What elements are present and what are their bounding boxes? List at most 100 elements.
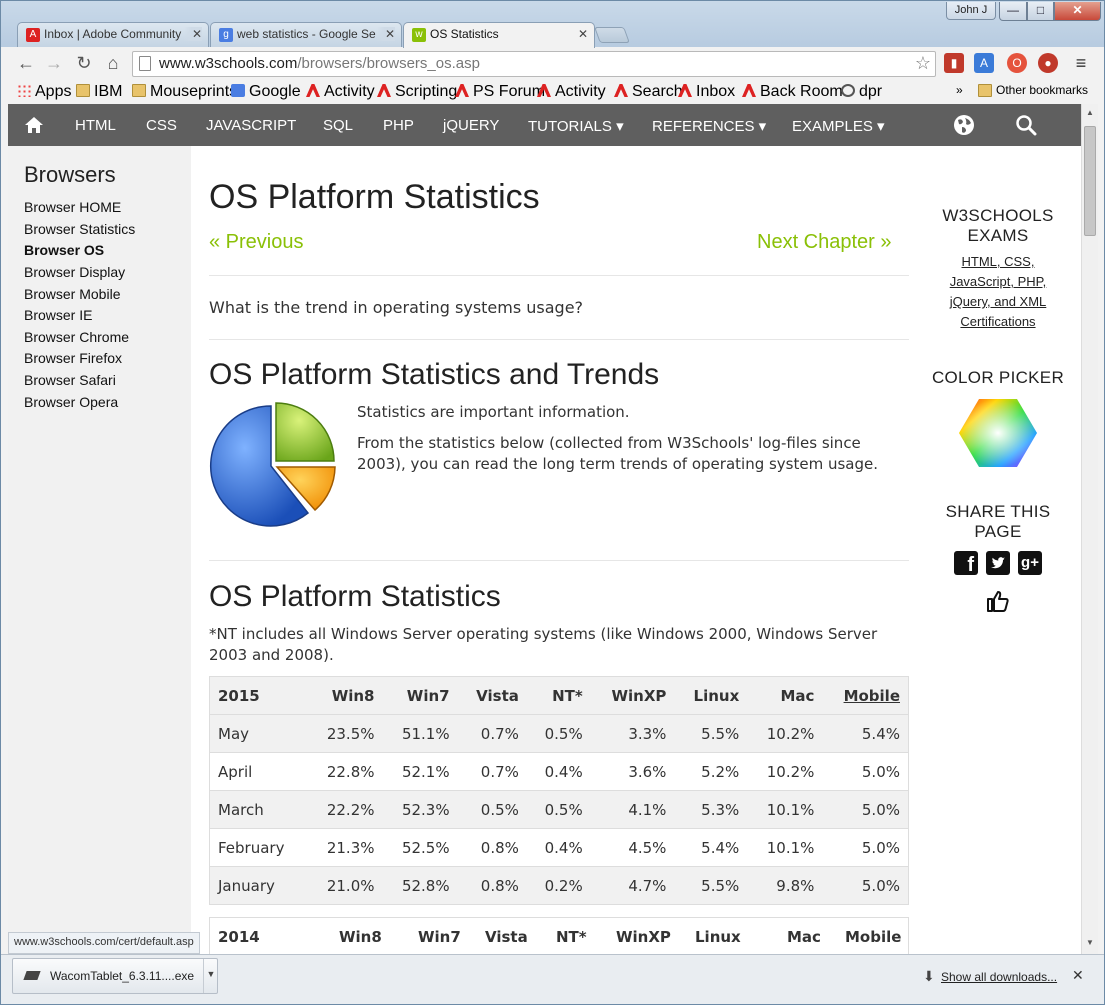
- previous-link[interactable]: « Previous: [209, 231, 304, 254]
- nav-css[interactable]: CSS: [146, 117, 177, 134]
- sidebar-item-browser-os[interactable]: Browser OS: [24, 242, 104, 258]
- scroll-down-icon[interactable]: ▼: [1086, 938, 1094, 947]
- sidebar-item-browser-opera[interactable]: Browser Opera: [24, 394, 118, 410]
- table-cell: 0.7%: [457, 752, 527, 791]
- exams-link-2[interactable]: JavaScript, PHP,: [921, 272, 1075, 292]
- tab-os-statistics[interactable]: w OS Statistics ✕: [403, 22, 595, 48]
- opera-extension-icon[interactable]: O: [1007, 53, 1027, 73]
- table-cell: 5.3%: [674, 790, 748, 829]
- nav-html[interactable]: HTML: [75, 117, 116, 134]
- next-chapter-link[interactable]: Next Chapter »: [757, 231, 892, 254]
- other-bookmarks[interactable]: Other bookmarks: [978, 83, 1088, 97]
- sidebar-item-browser-mobile[interactable]: Browser Mobile: [24, 286, 120, 302]
- bookmark-ibm[interactable]: IBM: [76, 83, 122, 101]
- sidebar-item-browser-chrome[interactable]: Browser Chrome: [24, 329, 129, 345]
- exams-link-4[interactable]: Certifications: [921, 312, 1075, 332]
- folder-icon: [132, 84, 146, 97]
- nav-examples[interactable]: EXAMPLES ▾: [792, 117, 885, 135]
- bookmark-label: Mouseprints: [150, 83, 238, 100]
- col-vista: Vista: [485, 928, 528, 946]
- profile-button[interactable]: John J: [946, 2, 996, 20]
- vertical-scrollbar[interactable]: ▲ ▼: [1081, 104, 1098, 954]
- row-month: April: [209, 752, 308, 791]
- bookmark-ps-forum[interactable]: PS Forum: [455, 83, 545, 101]
- color-picker-icon[interactable]: [959, 399, 1037, 467]
- download-item[interactable]: WacomTablet_6.3.11....exe ▼: [12, 958, 218, 994]
- table-cell: 5.5%: [674, 714, 748, 753]
- bookmark-mouseprints[interactable]: Mouseprints: [132, 83, 237, 101]
- bookmark-extension-icon[interactable]: ▮: [944, 53, 964, 73]
- new-tab-button[interactable]: [594, 27, 630, 43]
- address-bar[interactable]: www.w3schools.com/browsers/browsers_os.a…: [132, 51, 936, 77]
- nav-tutorials[interactable]: TUTORIALS ▾: [528, 117, 624, 135]
- forward-icon[interactable]: →: [43, 52, 65, 74]
- bookmark-activity[interactable]: Activity: [537, 83, 606, 101]
- tab-google-search[interactable]: g web statistics - Google Se ✕: [210, 22, 402, 47]
- translate-extension-icon[interactable]: A: [974, 53, 994, 73]
- show-all-downloads-link[interactable]: Show all downloads...: [941, 970, 1057, 984]
- nav-references[interactable]: REFERENCES ▾: [652, 117, 766, 135]
- table-cell: 0.2%: [526, 866, 591, 905]
- table-cell: 21.0%: [307, 866, 383, 905]
- bookmark-scripting[interactable]: Scripting: [377, 83, 457, 101]
- facebook-icon[interactable]: f: [954, 551, 978, 576]
- bookmark-google[interactable]: Google: [231, 83, 301, 101]
- nav-jquery[interactable]: jQUERY: [443, 117, 499, 134]
- bookmark-apps[interactable]: Apps: [17, 83, 71, 101]
- tab-title: Inbox | Adobe Community: [44, 27, 182, 41]
- thumbs-up-icon[interactable]: [986, 590, 1010, 612]
- share-title-2: PAGE: [974, 522, 1022, 541]
- exams-link-1[interactable]: HTML, CSS,: [921, 252, 1075, 272]
- col-nt: NT*: [556, 928, 587, 946]
- download-icon: ⬇: [923, 968, 935, 984]
- close-window-button[interactable]: ✕: [1054, 2, 1101, 21]
- minimize-button[interactable]: —: [999, 2, 1027, 21]
- bookmarks-overflow[interactable]: »: [956, 83, 963, 97]
- bookmark-dpr[interactable]: dpr: [841, 83, 882, 101]
- bookmark-activity[interactable]: Activity: [306, 83, 375, 101]
- close-tab-icon[interactable]: ✕: [376, 27, 395, 41]
- tab-title: OS Statistics: [430, 27, 499, 41]
- sidebar-item-browser-home[interactable]: Browser HOME: [24, 199, 121, 215]
- table-cell: 51.1%: [382, 714, 458, 753]
- search-icon[interactable]: [1015, 114, 1037, 136]
- bookmark-back-room[interactable]: Back Room: [742, 83, 843, 101]
- globe-icon[interactable]: [953, 114, 975, 136]
- adblock-extension-icon[interactable]: ●: [1038, 53, 1058, 73]
- scroll-up-icon[interactable]: ▲: [1086, 108, 1094, 117]
- table-cell: 5.0%: [822, 828, 909, 867]
- reload-icon[interactable]: ↻: [73, 52, 95, 74]
- nav-sql[interactable]: SQL: [323, 117, 353, 134]
- sidebar-item-browser-ie[interactable]: Browser IE: [24, 307, 92, 323]
- exams-link-3[interactable]: jQuery, and XML: [921, 292, 1075, 312]
- scroll-thumb[interactable]: [1084, 126, 1096, 236]
- home-icon[interactable]: [24, 115, 44, 135]
- os-stats-table-2014: 2014 Win8 Win7 Vista NT* WinXP Linux Mac…: [209, 917, 909, 957]
- sidebar-item-browser-safari[interactable]: Browser Safari: [24, 372, 116, 388]
- col-winxp: WinXP: [616, 928, 671, 946]
- nav-javascript[interactable]: JAVASCRIPT: [206, 117, 296, 134]
- sidebar-item-browser-display[interactable]: Browser Display: [24, 264, 125, 280]
- menu-icon[interactable]: ≡: [1070, 52, 1092, 74]
- close-downloads-icon[interactable]: ✕: [1072, 967, 1084, 984]
- chevron-down-icon[interactable]: ▼: [203, 959, 218, 993]
- url-text: www.w3schools.com/browsers/browsers_os.a…: [159, 55, 480, 72]
- tab-title: web statistics - Google Se: [237, 27, 376, 41]
- table-cell: 9.8%: [747, 866, 823, 905]
- bookmark-inbox[interactable]: Inbox: [678, 83, 735, 101]
- os-stats-table-2015: 2015 Win8 Win7 Vista NT* WinXP Linux Mac…: [209, 676, 909, 905]
- sidebar-item-browser-statistics[interactable]: Browser Statistics: [24, 221, 135, 237]
- back-icon[interactable]: ←: [15, 52, 37, 74]
- twitter-icon[interactable]: [986, 551, 1010, 575]
- tab-adobe-inbox[interactable]: A Inbox | Adobe Community ✕: [17, 22, 209, 47]
- maximize-button[interactable]: □: [1027, 2, 1054, 21]
- bookmark-search[interactable]: Search: [614, 83, 683, 101]
- col-mobile-link[interactable]: Mobile: [822, 676, 909, 715]
- sidebar-item-browser-firefox[interactable]: Browser Firefox: [24, 350, 122, 366]
- google-plus-icon[interactable]: g+: [1018, 551, 1042, 575]
- close-tab-icon[interactable]: ✕: [578, 27, 588, 41]
- close-tab-icon[interactable]: ✕: [183, 27, 202, 41]
- bookmark-star-icon[interactable]: ☆: [915, 53, 931, 74]
- nav-php[interactable]: PHP: [383, 117, 414, 134]
- home-icon[interactable]: ⌂: [102, 52, 124, 74]
